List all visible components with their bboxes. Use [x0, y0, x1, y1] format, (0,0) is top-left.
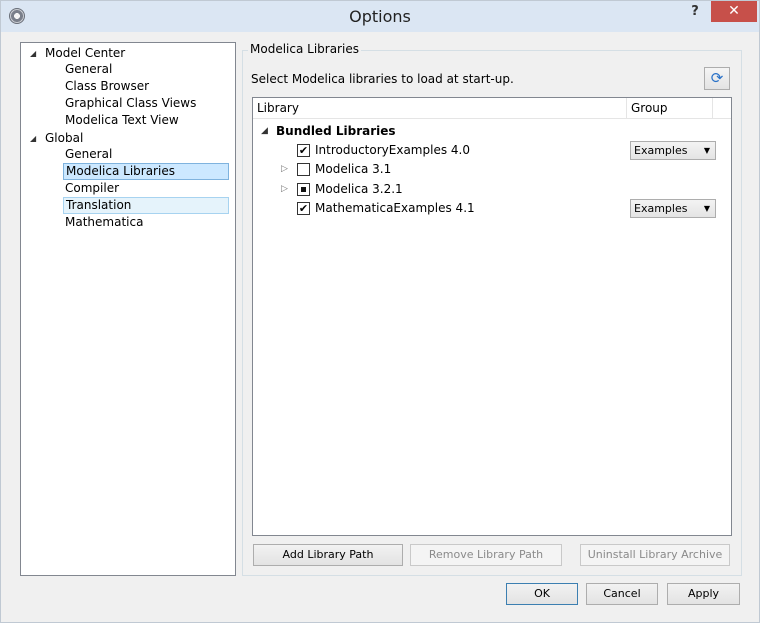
- column-header-library[interactable]: Library: [253, 98, 627, 119]
- tree-item-modelica-text-view[interactable]: Modelica Text View: [63, 113, 229, 130]
- tree-item-translation[interactable]: Translation: [63, 197, 229, 214]
- library-name: Modelica 3.2.1: [315, 182, 403, 196]
- tree-group-label: Global: [45, 131, 84, 145]
- uninstall-library-archive-button[interactable]: Uninstall Library Archive: [580, 544, 730, 566]
- group-select-value: Examples: [634, 202, 688, 215]
- library-checkbox-partial[interactable]: [297, 183, 310, 196]
- library-row[interactable]: ✔ IntroductoryExamples 4.0 Examples ▼: [253, 141, 731, 160]
- refresh-icon: ⟳: [710, 69, 724, 87]
- library-name: Modelica 3.1: [315, 162, 392, 176]
- column-header-filler: [713, 98, 731, 119]
- library-table[interactable]: Library Group ◢ Bundled Libraries ✔ Intr…: [252, 97, 732, 536]
- tree-item-compiler[interactable]: Compiler: [63, 181, 229, 198]
- expanded-arrow-icon[interactable]: ◢: [30, 134, 40, 144]
- tree-item-global-general[interactable]: General: [63, 147, 229, 164]
- tree-group-global[interactable]: ◢ Global: [21, 130, 235, 147]
- library-name: MathematicaExamples 4.1: [315, 201, 475, 215]
- options-nav-tree[interactable]: ◢ Model Center General Class Browser Gra…: [20, 42, 236, 576]
- tree-category-row[interactable]: ◢ Bundled Libraries: [253, 122, 731, 141]
- collapsed-arrow-icon[interactable]: ▷: [281, 164, 288, 174]
- cancel-button[interactable]: Cancel: [586, 583, 658, 605]
- group-select[interactable]: Examples ▼: [630, 141, 716, 160]
- tree-item-modelica-libraries[interactable]: Modelica Libraries: [63, 163, 229, 180]
- group-title: Modelica Libraries: [248, 42, 361, 56]
- ok-button[interactable]: OK: [506, 583, 578, 605]
- collapsed-arrow-icon[interactable]: ▷: [281, 184, 288, 194]
- library-row[interactable]: ✔ MathematicaExamples 4.1 Examples ▼: [253, 199, 731, 218]
- remove-library-path-button[interactable]: Remove Library Path: [410, 544, 562, 566]
- library-checkbox[interactable]: ✔: [297, 144, 310, 157]
- library-name: IntroductoryExamples 4.0: [315, 143, 470, 157]
- tree-item-mathematica[interactable]: Mathematica: [63, 215, 229, 232]
- options-dialog: Options ? ✕ ◢ Model Center General Class…: [0, 0, 760, 623]
- group-select[interactable]: Examples ▼: [630, 199, 716, 218]
- dropdown-arrow-icon: ▼: [703, 146, 710, 155]
- help-button[interactable]: ?: [685, 4, 705, 24]
- tree-item-mc-general[interactable]: General: [63, 62, 229, 79]
- title-bar[interactable]: Options ? ✕: [1, 1, 759, 32]
- apply-button[interactable]: Apply: [667, 583, 740, 605]
- library-checkbox[interactable]: [297, 163, 310, 176]
- column-header-group[interactable]: Group: [627, 98, 713, 119]
- group-select-value: Examples: [634, 144, 688, 157]
- library-row[interactable]: ▷ Modelica 3.2.1: [253, 180, 731, 199]
- add-library-path-button[interactable]: Add Library Path: [253, 544, 403, 566]
- tree-item-graphical-class-views[interactable]: Graphical Class Views: [63, 96, 229, 113]
- dropdown-arrow-icon: ▼: [703, 204, 710, 213]
- panel-description: Select Modelica libraries to load at sta…: [251, 72, 514, 86]
- tree-group-label: Model Center: [45, 46, 126, 60]
- tree-item-class-browser[interactable]: Class Browser: [63, 79, 229, 96]
- refresh-button[interactable]: ⟳: [704, 67, 730, 90]
- tree-group-model-center[interactable]: ◢ Model Center: [21, 45, 235, 62]
- window-title: Options: [349, 7, 411, 26]
- expanded-arrow-icon[interactable]: ◢: [30, 49, 40, 59]
- library-checkbox[interactable]: ✔: [297, 202, 310, 215]
- expanded-arrow-icon[interactable]: ◢: [261, 126, 268, 136]
- close-button[interactable]: ✕: [711, 1, 757, 22]
- library-row[interactable]: ▷ Modelica 3.1: [253, 160, 731, 179]
- category-label: Bundled Libraries: [276, 124, 396, 138]
